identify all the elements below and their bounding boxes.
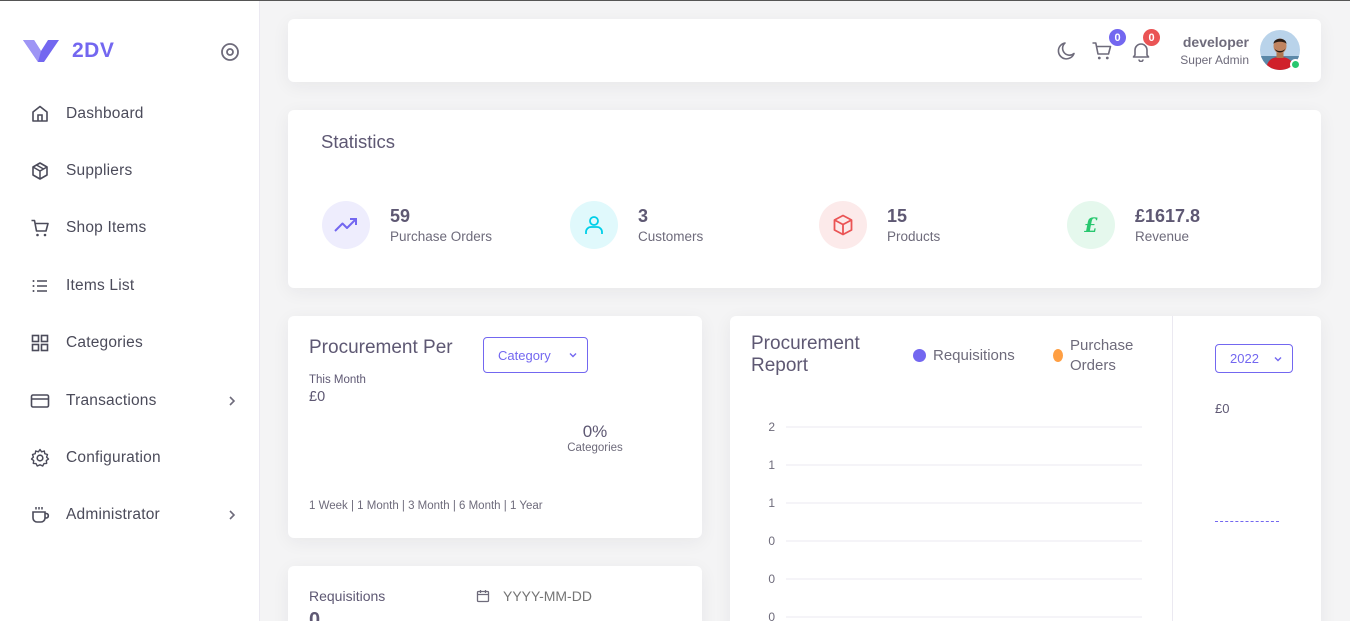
- y-tick-label: 0: [768, 572, 775, 586]
- stat-customers: 3 Customers: [570, 201, 703, 249]
- sidebar-item-transactions[interactable]: Transactions: [0, 372, 260, 429]
- stat-value: 59: [390, 206, 411, 226]
- stat-value: 3: [638, 206, 649, 226]
- top-navbar: 0 0 developer Super Admin: [288, 19, 1321, 82]
- avatar[interactable]: [1260, 30, 1301, 70]
- settings-icon: [30, 448, 50, 467]
- legend-label: Purchase Orders: [1070, 337, 1134, 374]
- legend-item-requisitions: Requisitions: [913, 346, 1015, 366]
- pound-icon: £: [1084, 213, 1098, 237]
- user-name[interactable]: developer: [1183, 34, 1249, 50]
- procurement-per-title: Procurement Per: [309, 337, 453, 358]
- sidebar-item-label: Configuration: [66, 449, 161, 467]
- box-icon: [833, 214, 853, 236]
- chevron-right-icon: [229, 510, 236, 520]
- category-select-value: Category: [498, 347, 551, 363]
- stat-value: £1617.8: [1135, 206, 1201, 226]
- date-input[interactable]: [503, 588, 623, 604]
- stat-label: Customers: [638, 229, 704, 244]
- stat-icon-wrapper: £: [1067, 201, 1115, 249]
- stat-label: Purchase Orders: [390, 229, 493, 244]
- sidebar-item-suppliers[interactable]: Suppliers: [0, 142, 260, 199]
- moon-icon[interactable]: [1056, 40, 1078, 62]
- sidebar-item-label: Dashboard: [66, 104, 144, 122]
- sidebar: 2DV Dashboard Suppliers Shop Items Items…: [0, 1, 260, 621]
- cart-count-badge: 0: [1108, 28, 1127, 47]
- user-icon: [585, 216, 603, 234]
- statistics-title: Statistics: [321, 131, 396, 152]
- stat-value: 15: [887, 206, 908, 226]
- sidebar-nav: Dashboard Suppliers Shop Items Items Lis…: [0, 85, 260, 544]
- legend-item-purchase-orders: Purchase Orders: [1053, 336, 1150, 376]
- sidebar-item-shop-items[interactable]: Shop Items: [0, 200, 260, 257]
- y-tick-label: 1: [768, 458, 775, 472]
- requisitions-title: Requisitions: [309, 588, 386, 604]
- credit-card-icon: [30, 393, 50, 408]
- report-amount: £0: [1215, 401, 1230, 416]
- stat-icon-wrapper: [322, 201, 370, 249]
- legend-label: Requisitions: [933, 347, 1015, 364]
- sidebar-item-label: Suppliers: [66, 162, 133, 180]
- category-select[interactable]: Category: [483, 337, 588, 373]
- stat-label: Revenue: [1135, 229, 1190, 244]
- shopping-cart-icon: [31, 220, 49, 237]
- user-role: Super Admin: [1180, 53, 1249, 67]
- stat-icon-wrapper: [570, 201, 618, 249]
- notification-count-badge: 0: [1142, 28, 1161, 47]
- y-tick-label: 0: [768, 534, 775, 548]
- sidebar-item-label: Shop Items: [66, 219, 147, 237]
- statistics-card: Statistics 59 Purchase Orders 3 Customer…: [288, 110, 1321, 288]
- brand-name: 2DV: [72, 39, 115, 62]
- stat-purchase-orders: 59 Purchase Orders: [322, 201, 492, 249]
- y-tick-label: 1: [768, 496, 775, 510]
- sidebar-item-label: Administrator: [66, 506, 160, 524]
- stat-revenue: £ £1617.8 Revenue: [1067, 201, 1200, 249]
- list-icon: [32, 279, 47, 292]
- report-dashed-link[interactable]: [1215, 514, 1279, 522]
- categories-percent: 0%: [582, 422, 608, 441]
- calendar-icon: [476, 590, 490, 603]
- sidebar-toggle-icon[interactable]: [220, 42, 240, 62]
- procurement-per-card: Procurement Per Category This Month £0 0…: [288, 316, 702, 538]
- stat-label: Products: [887, 229, 941, 244]
- procurement-report-title: Procurement Report: [751, 333, 860, 376]
- sidebar-item-dashboard[interactable]: Dashboard: [0, 85, 260, 142]
- legend-dot: [913, 349, 926, 362]
- procurement-chart: 2 1 1 0 0 0: [768, 420, 1142, 621]
- sidebar-item-items-list[interactable]: Items List: [0, 257, 260, 314]
- stat-icon-wrapper: [819, 201, 867, 249]
- period-label: This Month: [309, 374, 366, 386]
- trending-up-icon: [334, 218, 357, 232]
- chevron-down-icon: [569, 353, 577, 358]
- stat-products: 15 Products: [819, 201, 940, 249]
- sidebar-item-label: Transactions: [66, 391, 157, 409]
- sidebar-item-administrator[interactable]: Administrator: [0, 487, 260, 544]
- y-tick-label: 2: [768, 420, 775, 434]
- sidebar-item-label: Items List: [66, 276, 135, 294]
- chevron-down-icon: [1274, 356, 1282, 361]
- grid-icon: [31, 334, 49, 352]
- y-tick-label: 0: [768, 610, 775, 621]
- home-icon: [32, 105, 48, 122]
- coffee-icon: [32, 507, 50, 524]
- brand-logo-icon: [23, 40, 59, 62]
- time-range-filters[interactable]: 1 Week | 1 Month | 3 Month | 6 Month | 1…: [309, 500, 543, 512]
- sidebar-item-configuration[interactable]: Configuration: [0, 429, 260, 486]
- legend-dot: [1053, 349, 1063, 362]
- card-divider: [1172, 316, 1173, 621]
- sidebar-item-label: Categories: [66, 334, 143, 352]
- procurement-report-card: Procurement Report Requisitions Purchase…: [730, 316, 1321, 621]
- year-select[interactable]: 2022: [1215, 344, 1293, 373]
- brand[interactable]: 2DV: [22, 38, 114, 64]
- year-select-value: 2022: [1230, 351, 1259, 366]
- requisitions-card: Requisitions 0: [288, 566, 702, 621]
- chevron-right-icon: [229, 396, 236, 406]
- package-icon: [32, 162, 48, 180]
- period-amount: £0: [309, 389, 326, 405]
- online-status-dot: [1290, 59, 1301, 70]
- sidebar-item-categories[interactable]: Categories: [0, 315, 260, 372]
- requisitions-count: 0: [309, 609, 321, 621]
- date-picker[interactable]: [476, 588, 623, 604]
- categories-percent-label: Categories: [567, 442, 623, 454]
